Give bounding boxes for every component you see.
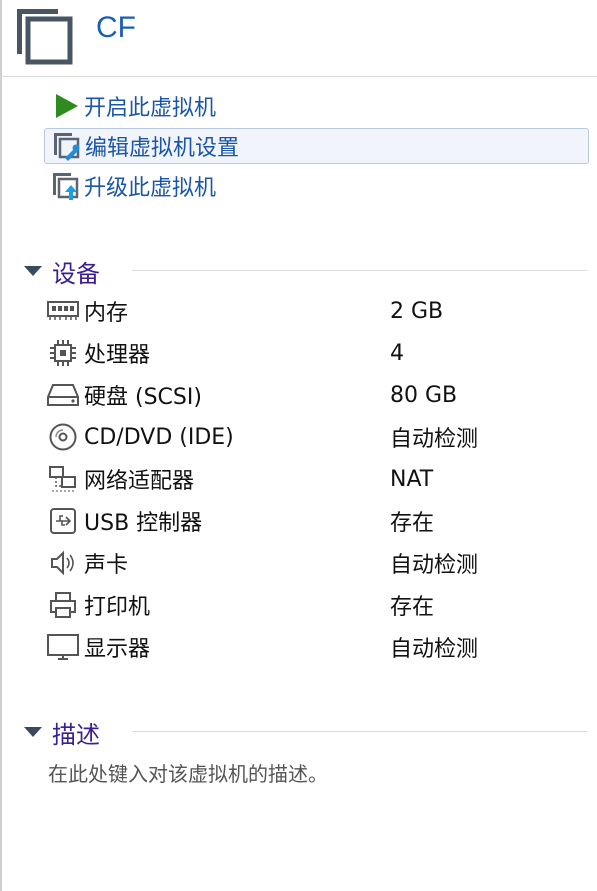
hard-disk-icon [46, 380, 80, 410]
power-on-vm-button[interactable]: 开启此虚拟机 [44, 88, 589, 124]
device-value: 自动检测 [390, 637, 479, 662]
device-row-processor[interactable]: 处理器 4 [46, 334, 566, 372]
device-value: 4 [390, 340, 404, 366]
device-name: 处理器 [84, 343, 151, 368]
device-row-printer[interactable]: 打印机 存在 [46, 586, 566, 624]
device-name: 显示器 [84, 637, 151, 662]
printer-icon [46, 590, 80, 620]
device-name: CD/DVD (IDE) [84, 424, 234, 450]
section-title: 描述 [52, 721, 100, 749]
description-placeholder[interactable]: 在此处键入对该虚拟机的描述。 [48, 758, 328, 787]
collapse-triangle-icon[interactable] [24, 727, 42, 737]
edit-vm-settings-button[interactable]: 编辑虚拟机设置 [44, 128, 589, 164]
action-label: 开启此虚拟机 [84, 96, 217, 121]
section-title: 设备 [52, 260, 100, 288]
device-name: 内存 [84, 301, 129, 326]
action-label: 升级此虚拟机 [84, 176, 217, 201]
section-divider [132, 270, 587, 271]
device-row-sound-card[interactable]: 声卡 自动检测 [46, 544, 566, 582]
action-label: 编辑虚拟机设置 [85, 136, 240, 161]
cd-dvd-icon [46, 422, 80, 452]
device-name: 声卡 [84, 553, 129, 578]
monitor-icon [46, 632, 80, 662]
processor-icon [46, 338, 80, 368]
section-divider [132, 731, 587, 732]
device-name: 网络适配器 [84, 469, 195, 494]
device-row-cd-dvd[interactable]: CD/DVD (IDE) 自动检测 [46, 418, 566, 456]
device-value: 自动检测 [390, 553, 479, 578]
panel-left-border [0, 0, 2, 891]
device-value: 自动检测 [390, 427, 479, 452]
device-value: NAT [390, 466, 434, 492]
network-adapter-icon [46, 464, 80, 494]
virtual-machine-icon [17, 9, 73, 65]
upgrade-icon [50, 171, 82, 201]
device-value: 存在 [390, 595, 435, 620]
device-row-display[interactable]: 显示器 自动检测 [46, 628, 566, 666]
device-row-hard-disk[interactable]: 硬盘 (SCSI) 80 GB [46, 376, 566, 414]
vm-header: CF [0, 0, 597, 77]
description-section-header[interactable]: 描述 [22, 717, 587, 749]
devices-section-header[interactable]: 设备 [22, 256, 587, 288]
device-row-usb-controller[interactable]: USB 控制器 存在 [46, 502, 566, 540]
device-value: 80 GB [390, 382, 458, 408]
speaker-icon [46, 548, 80, 578]
usb-icon [46, 506, 80, 536]
collapse-triangle-icon[interactable] [24, 266, 42, 276]
device-name: USB 控制器 [84, 511, 203, 536]
device-value: 2 GB [390, 298, 444, 324]
device-name: 打印机 [84, 595, 151, 620]
upgrade-vm-button[interactable]: 升级此虚拟机 [44, 168, 589, 204]
vm-title: CF [96, 11, 136, 44]
memory-icon [46, 296, 80, 326]
edit-settings-icon [51, 131, 83, 161]
play-icon [50, 91, 82, 121]
device-name: 硬盘 (SCSI) [84, 385, 202, 410]
device-row-memory[interactable]: 内存 2 GB [46, 292, 566, 330]
device-value: 存在 [390, 511, 435, 536]
device-row-network-adapter[interactable]: 网络适配器 NAT [46, 460, 566, 498]
